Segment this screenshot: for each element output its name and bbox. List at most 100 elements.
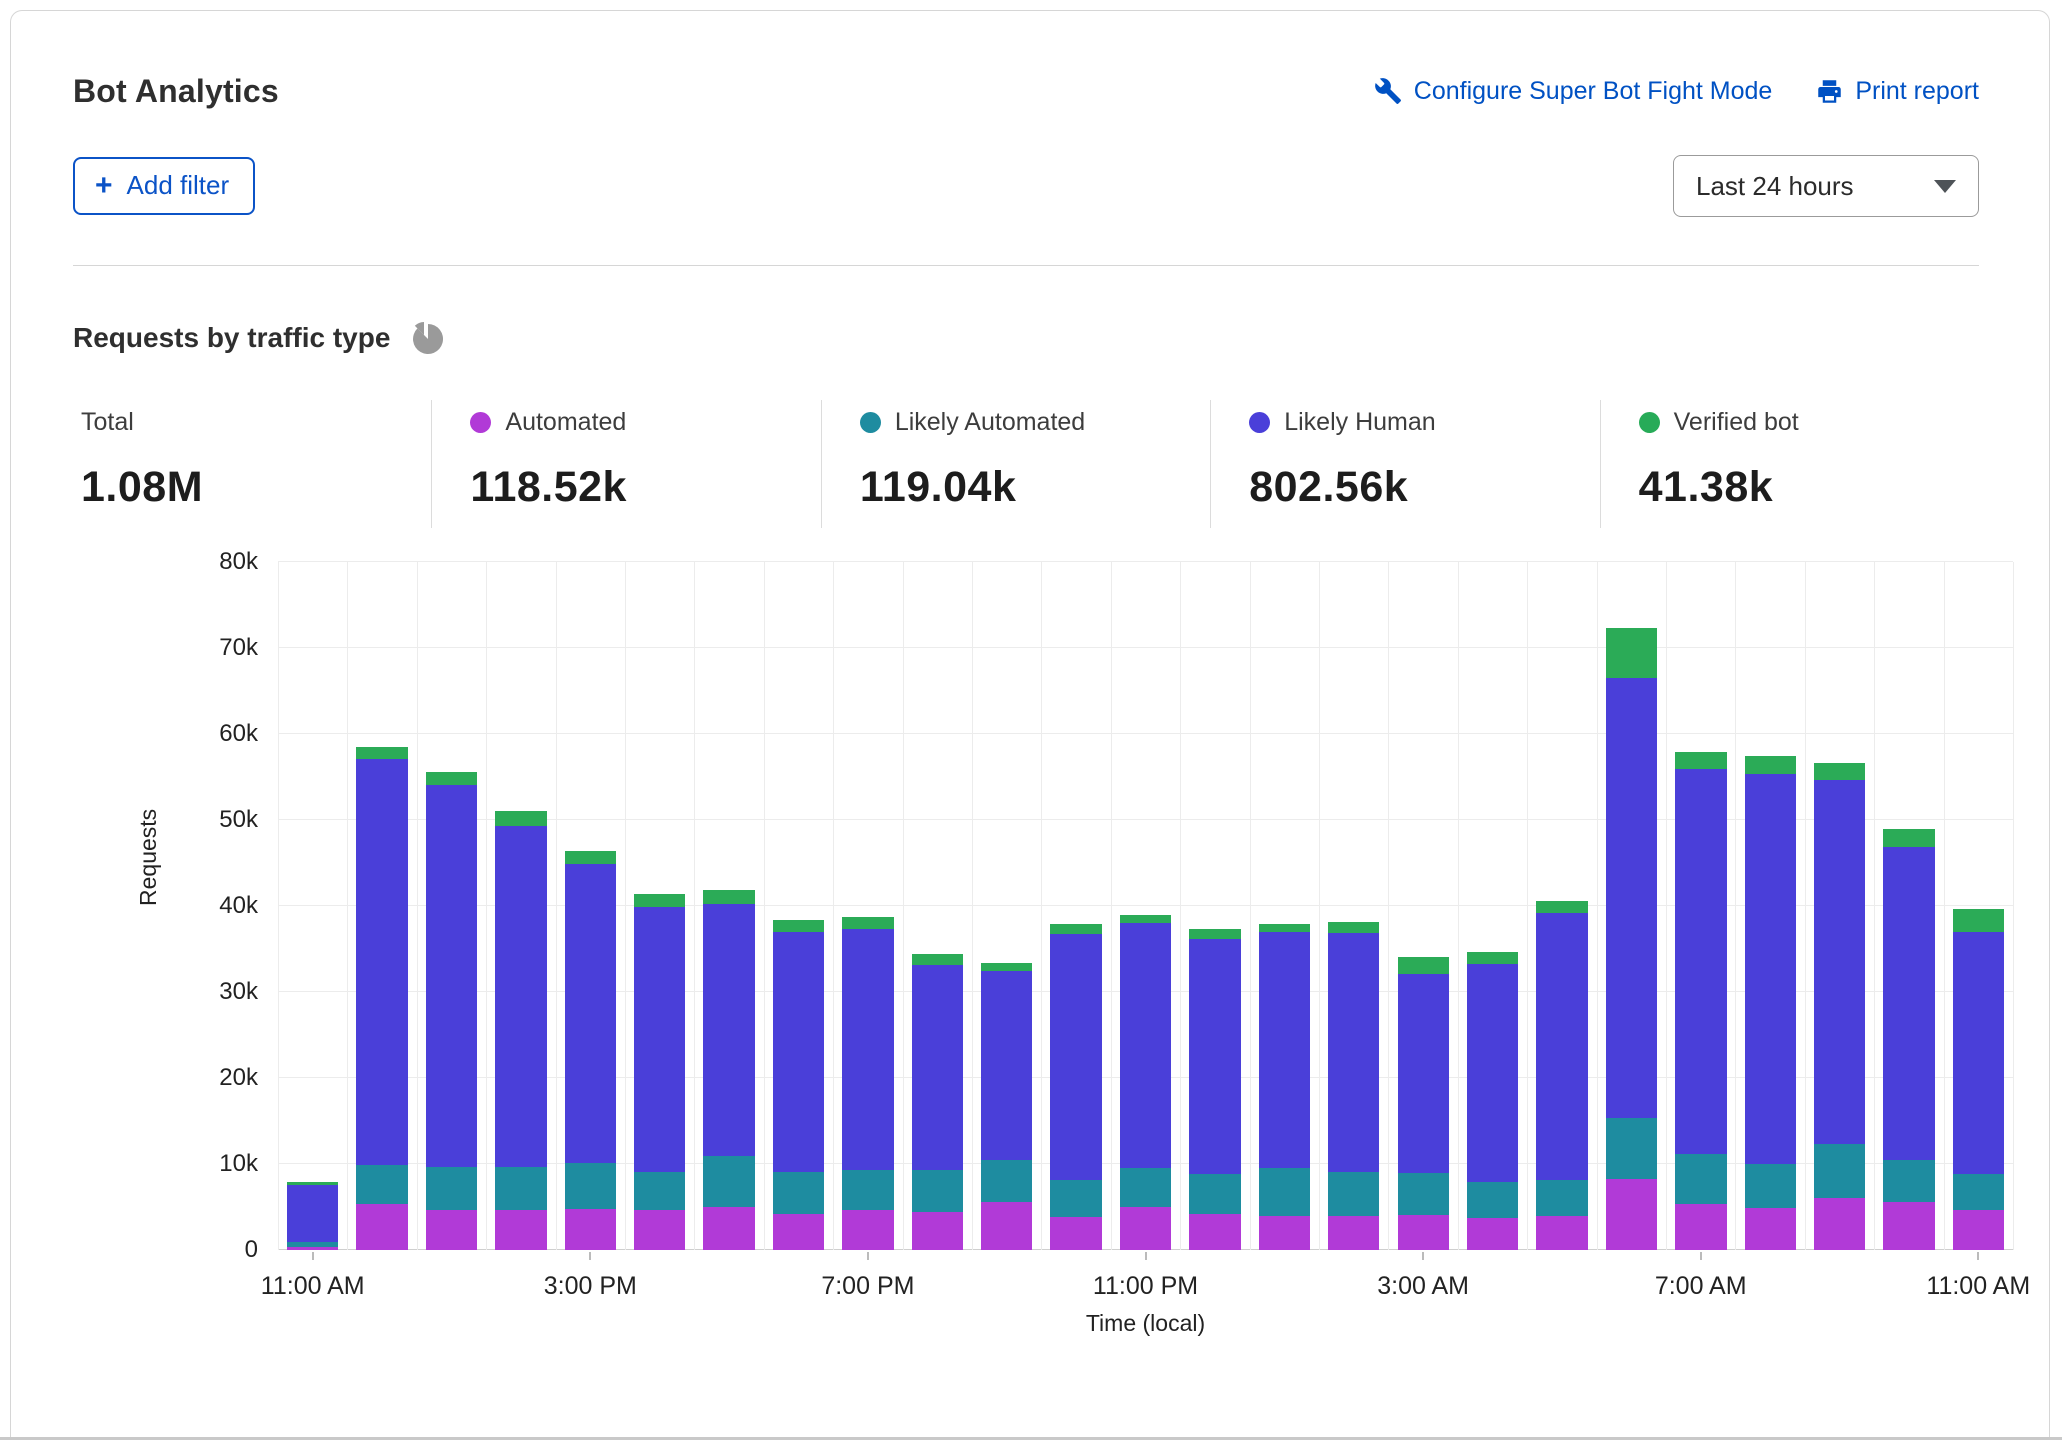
segment-likely-human — [1883, 847, 1934, 1160]
segment-automated — [1675, 1204, 1726, 1250]
segment-verified-bot — [495, 811, 546, 826]
y-tick-label: 0 — [88, 1236, 258, 1264]
stacked-bar-1000pm[interactable] — [1050, 562, 1101, 1250]
stacked-bar-800am[interactable] — [1745, 562, 1796, 1250]
x-tick-label: 7:00 AM — [1655, 1272, 1747, 1301]
segment-likely-human — [1675, 769, 1726, 1153]
segment-likely-human — [912, 965, 963, 1171]
stacked-bar-100pm[interactable] — [426, 562, 477, 1250]
segment-automated — [565, 1209, 616, 1250]
stacked-bar-400pm[interactable] — [634, 562, 685, 1250]
segment-verified-bot — [356, 747, 407, 759]
stacked-bar-1000am[interactable] — [1883, 562, 1934, 1250]
segment-automated — [287, 1247, 338, 1250]
time-range-dropdown[interactable]: Last 24 hours — [1673, 155, 1979, 217]
bar-slot — [278, 562, 347, 1250]
segment-automated — [1120, 1207, 1171, 1250]
stacked-bar-900pm[interactable] — [981, 562, 1032, 1250]
bar-slot — [1805, 562, 1874, 1250]
segment-verified-bot — [1189, 929, 1240, 938]
segment-likely-human — [1328, 933, 1379, 1172]
configure-link-label: Configure Super Bot Fight Mode — [1414, 77, 1773, 106]
stat-automated: Automated 118.52k — [431, 400, 820, 528]
segment-likely-automated — [1259, 1168, 1310, 1215]
stacked-bar-800pm[interactable] — [912, 562, 963, 1250]
segment-automated — [1398, 1215, 1449, 1250]
stacked-bar-700pm[interactable] — [842, 562, 893, 1250]
segment-likely-automated — [1953, 1174, 2004, 1210]
stacked-bar-200pm[interactable] — [495, 562, 546, 1250]
stacked-bar-1100am[interactable] — [1953, 562, 2004, 1250]
add-filter-label: Add filter — [127, 170, 230, 201]
segment-likely-human — [842, 929, 893, 1170]
stacked-bar-1100am[interactable] — [287, 562, 338, 1250]
bot-analytics-card: Bot Analytics Configure Super Bot Fight … — [10, 10, 2050, 1437]
stacked-bar-900am[interactable] — [1814, 562, 1865, 1250]
segment-verified-bot — [703, 890, 754, 905]
segment-likely-automated — [565, 1163, 616, 1209]
segment-likely-automated — [1120, 1168, 1171, 1207]
segment-verified-bot — [426, 772, 477, 785]
bar-slot — [1666, 562, 1735, 1250]
stacked-bar-1200am[interactable] — [1189, 562, 1240, 1250]
segment-verified-bot — [1814, 763, 1865, 780]
segment-likely-human — [1814, 780, 1865, 1144]
bar-slot — [1527, 562, 1596, 1250]
segment-likely-human — [981, 971, 1032, 1160]
print-report-link[interactable]: Print report — [1816, 77, 1979, 106]
stacked-bar-1100pm[interactable] — [1120, 562, 1171, 1250]
stacked-bar-600pm[interactable] — [773, 562, 824, 1250]
segment-automated — [1606, 1179, 1657, 1250]
bar-slot — [694, 562, 763, 1250]
segment-likely-automated — [1189, 1174, 1240, 1214]
stacked-bar-700am[interactable] — [1675, 562, 1726, 1250]
segment-verified-bot — [1259, 924, 1310, 932]
stacked-bar-200am[interactable] — [1328, 562, 1379, 1250]
segment-automated — [1259, 1216, 1310, 1250]
stat-likely-automated-value: 119.04k — [860, 463, 1210, 512]
bar-slot — [1944, 562, 2013, 1250]
stat-verified-bot: Verified bot 41.38k — [1600, 400, 1989, 528]
segment-likely-human — [1745, 774, 1796, 1164]
x-tick-mark — [589, 1252, 591, 1260]
bars-layer — [278, 562, 2013, 1250]
segment-likely-automated — [426, 1167, 477, 1210]
x-tick-label: 7:00 PM — [821, 1272, 914, 1301]
plot-area — [278, 562, 2013, 1250]
x-tick-label: 11:00 AM — [261, 1272, 365, 1301]
segment-likely-automated — [1050, 1180, 1101, 1217]
bar-slot — [1250, 562, 1319, 1250]
stacked-bar-600am[interactable] — [1606, 562, 1657, 1250]
segment-automated — [1189, 1214, 1240, 1250]
segment-likely-human — [495, 826, 546, 1167]
stacked-bar-100am[interactable] — [1259, 562, 1310, 1250]
stacked-bar-400am[interactable] — [1467, 562, 1518, 1250]
segment-verified-bot — [1120, 915, 1171, 923]
segment-likely-automated — [356, 1165, 407, 1205]
bar-slot — [1041, 562, 1110, 1250]
segment-likely-automated — [634, 1172, 685, 1211]
segment-automated — [1883, 1202, 1934, 1250]
stacked-bar-300pm[interactable] — [565, 562, 616, 1250]
stat-likely-automated-label: Likely Automated — [895, 408, 1085, 437]
configure-super-bot-fight-mode-link[interactable]: Configure Super Bot Fight Mode — [1375, 77, 1773, 106]
segment-likely-automated — [1467, 1182, 1518, 1218]
chevron-down-icon — [1934, 180, 1956, 193]
bar-slot — [347, 562, 416, 1250]
likely-human-legend-dot — [1249, 412, 1270, 433]
x-tick-mark — [1700, 1252, 1702, 1260]
segment-automated — [1050, 1217, 1101, 1250]
segment-automated — [1467, 1218, 1518, 1250]
page-title: Bot Analytics — [73, 73, 279, 110]
segment-automated — [773, 1214, 824, 1250]
segment-automated — [495, 1210, 546, 1250]
stacked-bar-300am[interactable] — [1398, 562, 1449, 1250]
segment-likely-human — [1259, 932, 1310, 1169]
add-filter-button[interactable]: + Add filter — [73, 157, 255, 215]
stacked-bar-1200pm[interactable] — [356, 562, 407, 1250]
segment-likely-automated — [773, 1172, 824, 1214]
stacked-bar-500am[interactable] — [1536, 562, 1587, 1250]
x-tick-label: 11:00 AM — [1926, 1272, 2030, 1301]
stacked-bar-500pm[interactable] — [703, 562, 754, 1250]
segment-verified-bot — [1883, 829, 1934, 847]
